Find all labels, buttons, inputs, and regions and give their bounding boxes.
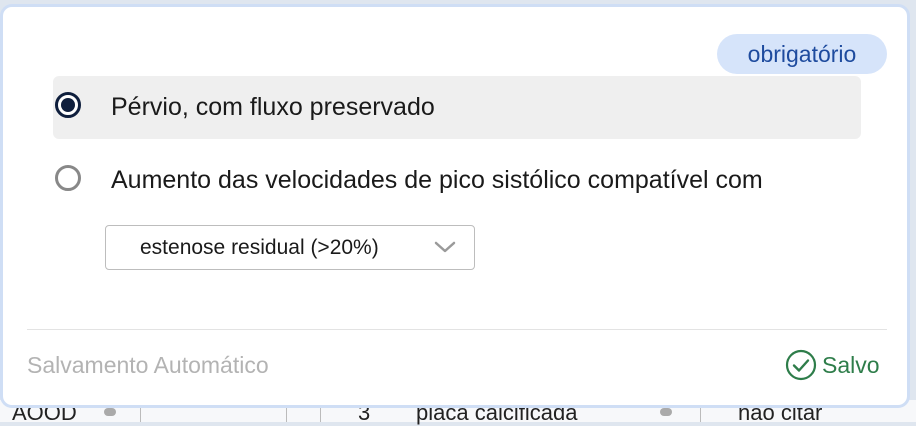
question-card: obrigatório Pérvio, com fluxo preservado… [0,4,910,408]
option-label: Pérvio, com fluxo preservado [111,93,435,121]
stenosis-select[interactable]: estenose residual (>20%) [105,225,475,270]
option-label: Aumento das velocidades de pico sistólic… [111,166,763,194]
radio-selected-icon[interactable] [55,92,81,118]
required-badge: obrigatório [717,34,887,74]
background-column-separator [320,406,321,422]
footer-divider [27,329,887,330]
autosave-label: Salvamento Automático [27,352,269,378]
option-patent-preserved-flow[interactable]: Pérvio, com fluxo preservado [53,76,861,139]
background-column-separator [140,406,141,422]
option-increased-velocities[interactable]: Aumento das velocidades de pico sistólic… [53,149,861,212]
background-column-separator [286,406,287,422]
background-column-separator [700,406,701,422]
background-dropdown-dot [660,408,672,416]
chevron-down-icon [434,241,456,253]
background-dropdown-dot [104,408,116,416]
check-circle-icon [785,349,817,381]
stenosis-select-value: estenose residual (>20%) [140,236,379,259]
saved-label: Salvo [822,352,880,378]
radio-unselected-icon[interactable] [55,165,81,191]
